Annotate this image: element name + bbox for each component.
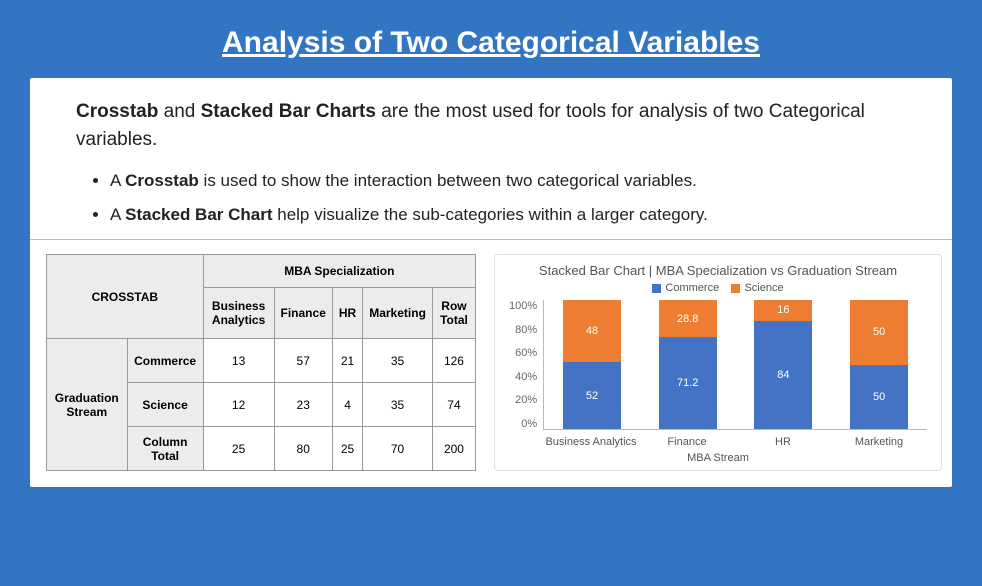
legend-label-science: Science xyxy=(744,282,783,294)
content-card: Crosstab and Stacked Bar Charts are the … xyxy=(30,78,952,487)
bullet-stackedbar: A Stacked Bar Chart help visualize the s… xyxy=(110,205,922,225)
page-title: Analysis of Two Categorical Variables xyxy=(30,26,952,60)
cell: 4 xyxy=(332,383,362,427)
bullet-prefix: A xyxy=(110,205,125,224)
cell: 80 xyxy=(274,427,332,471)
chart-legend: Commerce Science xyxy=(509,282,927,294)
table-rowgroup: Graduation Stream xyxy=(47,339,128,471)
bullet-rest: help visualize the sub-categories within… xyxy=(273,205,708,224)
bar: 28.871.2 xyxy=(659,300,717,429)
divider xyxy=(30,239,952,240)
bullet-bold: Stacked Bar Chart xyxy=(125,205,272,224)
slide: Analysis of Two Categorical Variables Cr… xyxy=(0,0,982,505)
intro-bold-stacked: Stacked Bar Charts xyxy=(201,101,376,122)
bar: 5050 xyxy=(850,300,908,429)
table-colgroup: MBA Specialization xyxy=(203,255,475,288)
col-header: Row Total xyxy=(432,288,475,339)
crosstab-table: CROSSTAB MBA Specialization Business Ana… xyxy=(46,254,476,471)
cell: 21 xyxy=(332,339,362,383)
y-axis: 100% 80% 60% 40% 20% 0% xyxy=(509,300,543,430)
col-header: Marketing xyxy=(363,288,433,339)
bullet-rest: is used to show the interaction between … xyxy=(199,171,697,190)
intro-text: Crosstab and Stacked Bar Charts are the … xyxy=(76,98,922,153)
bar-segment-science: 28.8 xyxy=(659,300,717,337)
cell: 70 xyxy=(363,427,433,471)
x-tick: Finance xyxy=(639,436,735,448)
cell: 25 xyxy=(203,427,274,471)
x-tick: Business Analytics xyxy=(543,436,639,448)
cell: 57 xyxy=(274,339,332,383)
bullet-prefix: A xyxy=(110,171,125,190)
col-header: Business Analytics xyxy=(203,288,274,339)
bar-segment-commerce: 50 xyxy=(850,365,908,430)
cell: 35 xyxy=(363,339,433,383)
bar-segment-commerce: 71.2 xyxy=(659,337,717,429)
bar: 1684 xyxy=(754,300,812,429)
row-header: Science xyxy=(127,383,203,427)
cell: 13 xyxy=(203,339,274,383)
x-tick: Marketing xyxy=(831,436,927,448)
row-header: Commerce xyxy=(127,339,203,383)
x-axis: Business AnalyticsFinanceHRMarketing xyxy=(543,436,927,448)
intro-bold-crosstab: Crosstab xyxy=(76,101,158,122)
bar-segment-science: 50 xyxy=(850,300,908,365)
x-axis-label: MBA Stream xyxy=(509,452,927,464)
intro-text-mid: and xyxy=(158,101,200,122)
row-header: Column Total xyxy=(127,427,203,471)
y-tick: 20% xyxy=(515,394,537,406)
x-tick: HR xyxy=(735,436,831,448)
chart-plot: 100% 80% 60% 40% 20% 0% 4852 28.871.2 1684… xyxy=(509,300,927,430)
y-tick: 60% xyxy=(515,347,537,359)
bullet-bold: Crosstab xyxy=(125,171,199,190)
stacked-bar-chart: Stacked Bar Chart | MBA Specialization v… xyxy=(494,254,942,471)
col-header: HR xyxy=(332,288,362,339)
chart-title: Stacked Bar Chart | MBA Specialization v… xyxy=(509,263,927,278)
legend-swatch-science xyxy=(731,284,740,293)
cell: 126 xyxy=(432,339,475,383)
y-tick: 40% xyxy=(515,371,537,383)
bar: 4852 xyxy=(563,300,621,429)
bar-segment-commerce: 84 xyxy=(754,321,812,429)
cell: 200 xyxy=(432,427,475,471)
cell: 25 xyxy=(332,427,362,471)
legend-swatch-commerce xyxy=(652,284,661,293)
legend-label-commerce: Commerce xyxy=(665,282,719,294)
col-header: Finance xyxy=(274,288,332,339)
y-tick: 0% xyxy=(521,418,537,430)
cell: 12 xyxy=(203,383,274,427)
figure-row: CROSSTAB MBA Specialization Business Ana… xyxy=(46,254,942,471)
bar-segment-science: 16 xyxy=(754,300,812,321)
bullet-crosstab: A Crosstab is used to show the interacti… xyxy=(110,171,922,191)
bar-segment-science: 48 xyxy=(563,300,621,362)
chart-bars: 4852 28.871.2 1684 5050 xyxy=(543,300,927,430)
cell: 74 xyxy=(432,383,475,427)
cell: 35 xyxy=(363,383,433,427)
bar-segment-commerce: 52 xyxy=(563,362,621,429)
y-tick: 100% xyxy=(509,300,537,312)
cell: 23 xyxy=(274,383,332,427)
y-tick: 80% xyxy=(515,324,537,336)
table-corner: CROSSTAB xyxy=(47,255,204,339)
bullet-list: A Crosstab is used to show the interacti… xyxy=(110,171,922,225)
